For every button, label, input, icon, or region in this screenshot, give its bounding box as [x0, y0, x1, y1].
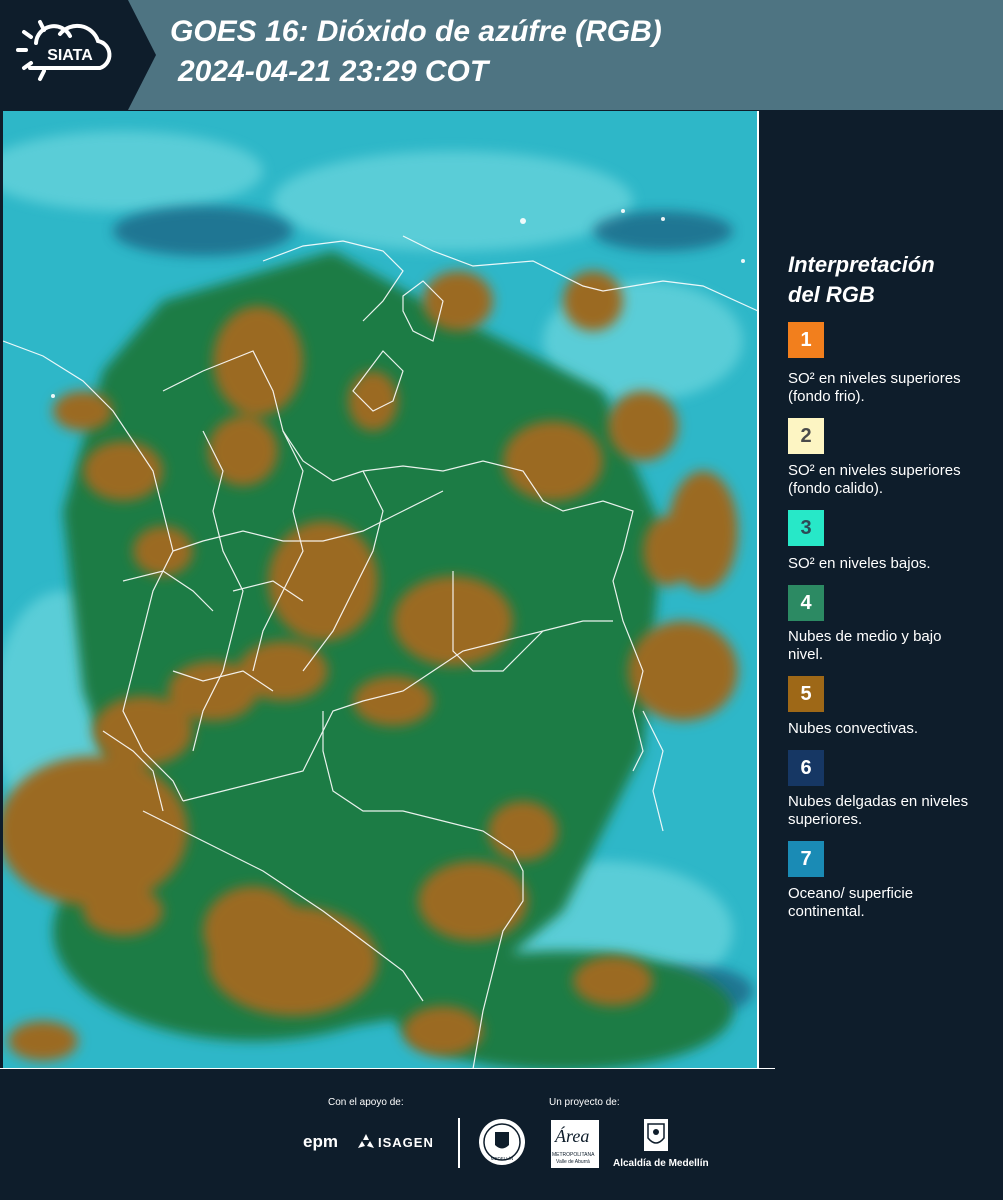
- satellite-image: [3, 111, 758, 1069]
- legend-label-7: Oceano/ superficie continental.: [788, 885, 914, 920]
- legend-label-2: SO² en niveles superiores (fondo calido)…: [788, 462, 961, 497]
- logo-panel: SIATA: [0, 0, 128, 110]
- legend-swatch-3: 3: [788, 510, 824, 546]
- isagen-icon: [358, 1134, 374, 1150]
- footer-divider-line: [0, 1068, 775, 1069]
- medellin-seal-icon: MEDELLÍN: [478, 1118, 526, 1166]
- legend-swatch-2: 2: [788, 418, 824, 454]
- alcaldia-label: Alcaldía de Medellín: [613, 1158, 709, 1169]
- logo-text: SIATA: [47, 47, 93, 64]
- legend-swatch-6: 6: [788, 750, 824, 786]
- legend-label-5: Nubes convectivas.: [788, 720, 919, 737]
- legend-label-4: Nubes de medio y bajo nivel.: [788, 628, 942, 663]
- legend-label-1: SO² en niveles superiores (fondo frio).: [788, 370, 961, 405]
- legend-swatch-5: 5: [788, 676, 824, 712]
- legend-title-block: Interpretación del RGB: [788, 250, 988, 310]
- legend-label-3: SO² en niveles bajos.: [788, 555, 931, 572]
- project-label: Un proyecto de:: [549, 1097, 620, 1108]
- logo-chevron: [128, 0, 156, 110]
- legend-swatch-4: 4: [788, 585, 824, 621]
- siata-logo-icon: SIATA: [16, 20, 112, 81]
- area-logo-sub1: METROPOLITANA: [552, 1152, 595, 1158]
- footer-sponsor-divider: [458, 1118, 460, 1168]
- area-logo-sub2: Valle de Aburrá: [556, 1159, 590, 1165]
- page-title: GOES 16: Dióxido de azúfre (RGB): [170, 15, 662, 48]
- legend-swatch-7: 7: [788, 841, 824, 877]
- seal-text: MEDELLÍN: [491, 1155, 514, 1161]
- support-label: Con el apoyo de:: [328, 1097, 404, 1108]
- legend-title-line1: Interpretación: [788, 252, 935, 277]
- alcaldia-shield-icon: [643, 1118, 669, 1152]
- area-metropolitana-logo: Área METROPOLITANA Valle de Aburrá: [551, 1120, 599, 1168]
- legend-swatch-1: 1: [788, 322, 824, 358]
- isagen-logo: ISAGEN: [378, 1135, 434, 1150]
- area-logo-text: Área: [555, 1126, 590, 1146]
- page-timestamp: 2024-04-21 23:29 COT: [178, 55, 489, 88]
- legend-title-line2: del RGB: [788, 282, 875, 307]
- epm-logo: epm: [303, 1132, 338, 1151]
- legend-label-6: Nubes delgadas en niveles superiores.: [788, 793, 969, 828]
- map-edge: [757, 111, 759, 1069]
